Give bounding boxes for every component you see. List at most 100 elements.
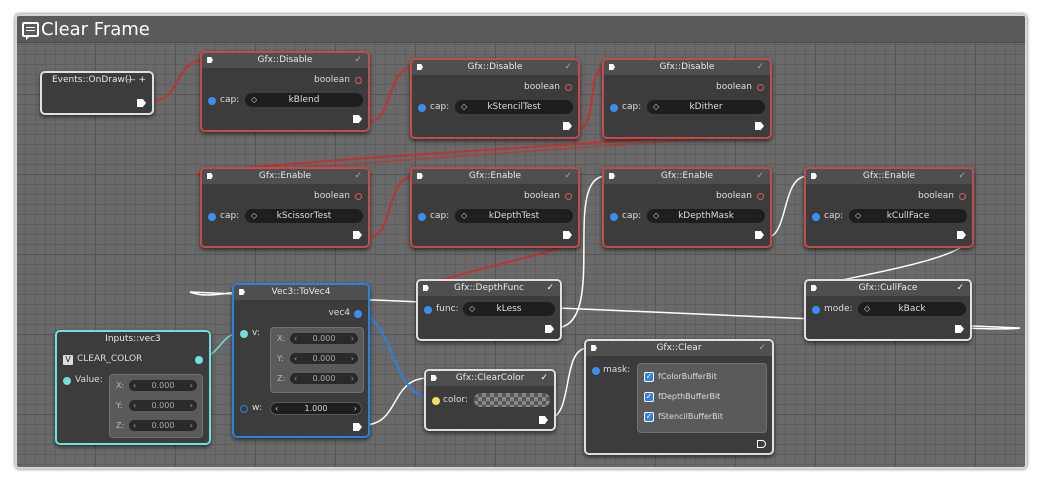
node-gfx-disable-blend[interactable]: Gfx::Disable ✓ boolean cap: ◇ kBlend (200, 51, 370, 132)
check-icon[interactable]: ✓ (956, 281, 964, 296)
y-field[interactable]: ‹ 0.000 › (289, 352, 359, 365)
node-events-ondraw[interactable]: Events::OnDraw() — + (40, 71, 154, 115)
node-gfx-enable-depthtest[interactable]: Gfx::Enable ✓ boolean cap: ◇ kDepthTest (410, 167, 580, 248)
checkbox[interactable]: ✓ (644, 412, 654, 422)
w-field[interactable]: ‹ 1.000 › (270, 402, 362, 415)
mode-combo[interactable]: ◇ kBack (858, 302, 966, 316)
flow-out-port[interactable] (563, 231, 572, 239)
flow-in-port[interactable] (431, 375, 437, 381)
check-icon[interactable]: ✓ (756, 60, 764, 75)
cap-combo[interactable]: ◇ kDither (647, 100, 765, 114)
out-port[interactable] (565, 193, 572, 200)
node-gfx-disable-stenciltest[interactable]: Gfx::Disable ✓ boolean cap: ◇ kStencilTest (410, 58, 580, 139)
in-port[interactable] (208, 97, 216, 105)
vec4-out-port[interactable] (354, 310, 362, 318)
check-icon[interactable]: ✓ (540, 371, 548, 386)
check-icon[interactable]: ✓ (758, 341, 766, 356)
node-gfx-enable-scissortest[interactable]: Gfx::Enable ✓ boolean cap: ◇ kScissorTest (200, 167, 370, 248)
flow-out-port[interactable] (545, 325, 554, 333)
node-gfx-disable-dither[interactable]: Gfx::Disable ✓ boolean cap: ◇ kDither (602, 58, 772, 139)
flow-out-port[interactable] (353, 115, 362, 123)
flow-out-port[interactable] (137, 99, 146, 107)
flow-out-port[interactable] (353, 423, 362, 431)
flow-in-port[interactable] (207, 173, 213, 179)
check-icon[interactable]: ✓ (958, 169, 966, 184)
color-port[interactable] (432, 397, 440, 405)
mask-port[interactable] (592, 367, 600, 375)
node-gfx-clearcolor[interactable]: Gfx::ClearColor ✓ color: (424, 369, 556, 431)
check-icon[interactable]: ✓ (564, 60, 572, 75)
check-icon[interactable]: ✓ (354, 169, 362, 184)
cap-combo[interactable]: ◇ kDepthMask (647, 209, 765, 223)
out-port[interactable] (195, 356, 203, 364)
in-port[interactable] (418, 104, 426, 112)
flow-in-port[interactable] (811, 173, 817, 179)
z-field[interactable]: ‹ 0.000 › (289, 372, 359, 385)
value-label: Value: (75, 375, 103, 385)
in-port[interactable] (610, 213, 618, 221)
flow-out-port[interactable] (563, 122, 572, 130)
cap-combo[interactable]: ◇ kDepthTest (455, 209, 573, 223)
check-icon[interactable]: ✓ (546, 281, 554, 296)
in-label: cap: (220, 95, 240, 105)
cap-combo[interactable]: ◇ kScissorTest (245, 209, 363, 223)
cap-combo[interactable]: ◇ kBlend (245, 93, 363, 107)
flow-out-port[interactable] (539, 416, 548, 424)
w-port[interactable] (240, 405, 248, 413)
cap-combo[interactable]: ◇ kCullFace (849, 209, 967, 223)
flow-out-port[interactable] (755, 122, 764, 130)
in-port[interactable] (208, 213, 216, 221)
node-title: Gfx::ClearColor (455, 373, 525, 383)
y-field[interactable]: ‹ 0.000 › (128, 399, 198, 412)
checkbox[interactable]: ✓ (644, 392, 654, 402)
node-vec3-tovec4[interactable]: Vec3::ToVec4 vec4 v: X: ‹ 0.000 › Y: ‹ 0.00… (232, 283, 370, 438)
node-title: Gfx::Enable (468, 171, 522, 181)
z-label: Z: (116, 421, 125, 430)
in-port[interactable] (812, 213, 820, 221)
x-field[interactable]: ‹ 0.000 › (128, 379, 198, 392)
node-gfx-enable-depthmask[interactable]: Gfx::Enable ✓ boolean cap: ◇ kDepthMask (602, 167, 772, 248)
z-field[interactable]: ‹ 0.000 › (128, 419, 198, 432)
checkbox[interactable]: ✓ (644, 372, 654, 382)
flow-in-port[interactable] (591, 345, 597, 351)
cap-combo[interactable]: ◇ kStencilTest (455, 100, 573, 114)
flow-in-port[interactable] (417, 64, 423, 70)
out-port[interactable] (757, 193, 764, 200)
out-port[interactable] (565, 84, 572, 91)
v-port[interactable] (240, 330, 248, 338)
check-icon[interactable]: ✓ (756, 169, 764, 184)
node-controls[interactable]: — + (127, 73, 146, 88)
flow-in-port[interactable] (609, 64, 615, 70)
x-field[interactable]: ‹ 0.000 › (289, 332, 359, 345)
flow-in-port[interactable] (239, 289, 245, 295)
flow-in-port[interactable] (417, 173, 423, 179)
node-gfx-clear[interactable]: Gfx::Clear ✓ mask: ✓ fColorBufferBit ✓ fD… (584, 339, 774, 455)
in-port[interactable] (610, 104, 618, 112)
in-port[interactable] (812, 306, 820, 314)
check-icon[interactable]: ✓ (564, 169, 572, 184)
in-port[interactable] (418, 213, 426, 221)
flow-in-port[interactable] (609, 173, 615, 179)
flow-out-port[interactable] (755, 231, 764, 239)
out-port[interactable] (355, 193, 362, 200)
out-port[interactable] (757, 84, 764, 91)
flow-in-port[interactable] (811, 285, 817, 291)
check-icon[interactable]: ✓ (354, 53, 362, 68)
variable-badge: V (63, 355, 73, 365)
node-inputs-vec3[interactable]: Inputs::vec3 V CLEAR_COLOR Value: X: ‹ 0.… (55, 330, 211, 445)
flow-out-port[interactable] (957, 231, 966, 239)
out-port[interactable] (959, 193, 966, 200)
out-port[interactable] (355, 77, 362, 84)
value-port[interactable] (63, 377, 71, 385)
flow-out-port[interactable] (757, 440, 766, 448)
node-gfx-depthfunc[interactable]: Gfx::DepthFunc ✓ func: ◇ kLess (416, 279, 562, 341)
flow-out-port[interactable] (955, 325, 964, 333)
flow-in-port[interactable] (207, 57, 213, 63)
node-gfx-enable-cullface[interactable]: Gfx::Enable ✓ boolean cap: ◇ kCullFace (804, 167, 974, 248)
node-gfx-cullface[interactable]: Gfx::CullFace ✓ mode: ◇ kBack (804, 279, 972, 341)
color-swatch[interactable] (474, 393, 550, 407)
flow-in-port[interactable] (423, 285, 429, 291)
flow-out-port[interactable] (353, 231, 362, 239)
in-port[interactable] (424, 306, 432, 314)
func-combo[interactable]: ◇ kLess (463, 302, 555, 316)
